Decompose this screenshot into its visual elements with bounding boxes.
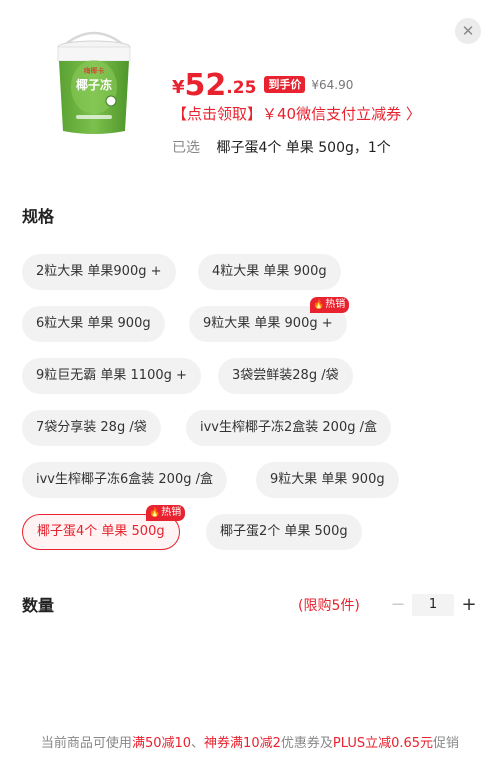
close-icon: ✕ xyxy=(461,22,475,40)
spec-option[interactable]: 6粒大果 单果 900g xyxy=(22,306,165,342)
quantity-input[interactable]: 1 xyxy=(412,594,454,616)
promo-suffix: 促销 xyxy=(433,736,460,751)
close-button[interactable]: ✕ xyxy=(455,18,481,44)
hot-sale-label: 热销 xyxy=(325,299,346,310)
promo-mid: 优惠券及 xyxy=(280,736,333,751)
coupon-link[interactable]: 【点击领取】￥40微信支付立减券 〉 xyxy=(172,104,421,124)
price-currency: ¥ xyxy=(172,77,185,98)
original-price: ¥64.90 xyxy=(311,78,354,92)
promo-deal-2: 神券满10减2 xyxy=(204,736,281,751)
price-row: ¥ 52 .25 到手价 ¥64.90 xyxy=(172,66,353,102)
spec-title: 规格 xyxy=(22,207,55,226)
spec-option[interactable]: ivv生榨椰子冻6盒装 200g /盒 xyxy=(22,462,227,498)
spec-option[interactable]: 4粒大果 单果 900g xyxy=(198,254,341,290)
quantity-increase-button[interactable]: + xyxy=(461,594,477,616)
price-integer: 52 xyxy=(184,68,227,103)
flame-icon: 🔥 xyxy=(149,508,161,518)
promo-prefix: 当前商品可使用 xyxy=(40,736,132,751)
promo-separator: 、 xyxy=(191,736,205,751)
selected-summary: 已选 椰子蛋4个 单果 500g，1个 xyxy=(172,138,391,158)
spec-option[interactable]: 9粒巨无霸 单果 1100g + xyxy=(22,358,201,394)
hot-sale-badge: 🔥热销 xyxy=(146,505,186,521)
spec-option[interactable]: 椰子蛋2个 单果 500g xyxy=(206,514,362,550)
spec-option[interactable]: ivv生榨椰子冻2盒装 200g /盒 xyxy=(186,410,391,446)
spec-option[interactable]: 7袋分享装 28g /袋 xyxy=(22,410,161,446)
promo-deal-1: 满50减10 xyxy=(131,736,192,751)
spec-option[interactable]: 3袋尝鲜装28g /袋 xyxy=(218,358,353,394)
product-brand: 嗨椰卡 xyxy=(84,66,105,75)
quantity-title: 数量 xyxy=(22,596,55,615)
product-name: 椰子冻 xyxy=(76,77,112,92)
spec-option[interactable]: 9粒大果 单果 900g xyxy=(256,462,399,498)
spec-option[interactable]: 2粒大果 单果900g + xyxy=(22,254,176,290)
price-decimal: .25 xyxy=(226,78,257,98)
promo-deal-3: PLUS立减0.65元 xyxy=(332,736,434,751)
product-image: 嗨椰卡 椰子冻 xyxy=(57,31,131,134)
flame-icon: 🔥 xyxy=(313,300,325,310)
final-price-badge: 到手价 xyxy=(264,76,306,93)
hot-sale-label: 热销 xyxy=(161,507,182,518)
selected-label: 已选 xyxy=(172,140,200,156)
quantity-decrease-button[interactable]: − xyxy=(390,594,406,616)
selected-value: 椰子蛋4个 单果 500g，1个 xyxy=(216,140,391,156)
purchase-limit: (限购5件) xyxy=(298,598,360,614)
promo-notice: 当前商品可使用满50减10、神券满10减2优惠券及PLUS立减0.65元促销 xyxy=(12,734,488,754)
hot-sale-badge: 🔥热销 xyxy=(310,297,350,313)
